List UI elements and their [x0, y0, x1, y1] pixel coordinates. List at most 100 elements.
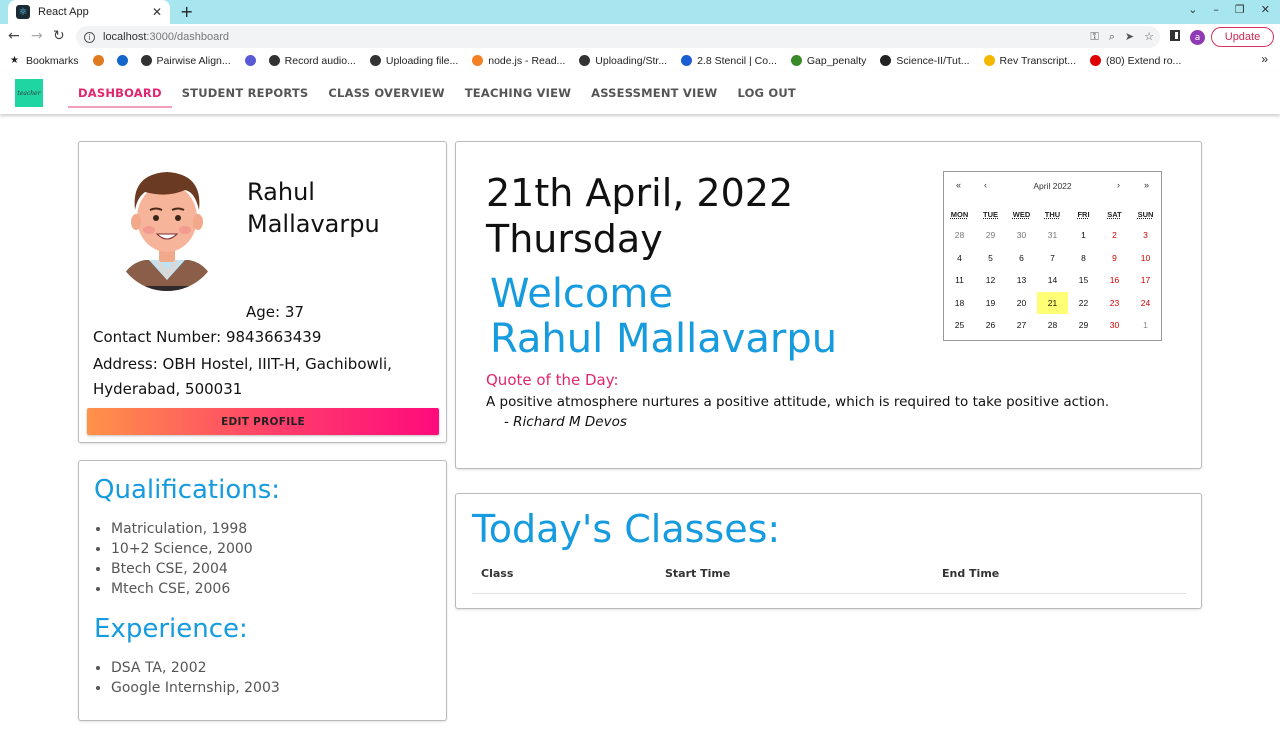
calendar-day[interactable]: 7: [1037, 247, 1068, 270]
calendar-day[interactable]: 2: [1099, 224, 1130, 247]
new-tab-icon[interactable]: +: [180, 2, 193, 21]
bookmark-favicon-icon: [472, 55, 484, 66]
key-icon[interactable]: ⚿: [1090, 30, 1098, 44]
bookmark-item[interactable]: [244, 55, 261, 66]
bookmark-item[interactable]: Rev Transcript...: [983, 54, 1076, 67]
side-panel-icon[interactable]: [1170, 30, 1180, 41]
url-text: localhost:3000/dashboard: [103, 31, 229, 43]
calendar-day[interactable]: 4: [944, 247, 975, 270]
calendar-day[interactable]: 1: [1130, 314, 1161, 337]
calendar-day[interactable]: 30: [1099, 314, 1130, 337]
nav-log-out[interactable]: LOG OUT: [727, 72, 806, 114]
nav-student-reports[interactable]: STUDENT REPORTS: [172, 72, 319, 114]
calendar-next-year-button[interactable]: »: [1144, 180, 1149, 190]
calendar-day[interactable]: 20: [1006, 292, 1037, 315]
calendar-day[interactable]: 10: [1130, 247, 1161, 270]
calendar-day[interactable]: 1: [1068, 224, 1099, 247]
bookmark-label: Science-II/Tut...: [896, 54, 970, 67]
bookmark-favicon-icon: [140, 55, 152, 66]
back-icon[interactable]: ←: [8, 28, 20, 44]
welcome-message: Welcome Rahul Mallavarpu: [490, 272, 837, 362]
calendar-day[interactable]: 11: [944, 269, 975, 292]
bookmark-favicon-icon: [244, 55, 256, 66]
update-button[interactable]: Update: [1211, 27, 1274, 47]
bookmark-item[interactable]: Pairwise Align...: [140, 55, 231, 67]
bookmark-label: node.js - Read...: [488, 54, 566, 67]
calendar-day[interactable]: 12: [975, 269, 1006, 292]
calendar: « ‹ April 2022 › » MON TUE WED THU FRI SAT SUN…: [943, 171, 1162, 341]
calendar-day[interactable]: 28: [944, 224, 975, 247]
calendar-day[interactable]: 16: [1099, 269, 1130, 292]
calendar-day[interactable]: 25: [944, 314, 975, 337]
site-info-icon[interactable]: i: [84, 31, 95, 43]
forward-icon[interactable]: →: [31, 28, 43, 44]
edit-profile-button[interactable]: EDIT PROFILE: [87, 408, 439, 435]
bookmark-favicon-icon: [579, 55, 591, 66]
calendar-day[interactable]: 21: [1037, 291, 1068, 314]
address-bar[interactable]: i localhost:3000/dashboard ⚿ ⌕ ➤ ☆: [76, 26, 1160, 48]
bookmark-item[interactable]: 2.8 Stencil | Co...: [681, 55, 777, 67]
bookmark-item[interactable]: [92, 55, 109, 66]
bookmark-item[interactable]: [116, 55, 133, 66]
bookmark-favicon-icon: [92, 55, 104, 66]
calendar-day[interactable]: 28: [1037, 314, 1068, 337]
tab-search-icon[interactable]: ⌄: [1188, 3, 1197, 16]
star-icon[interactable]: ☆: [1144, 30, 1154, 44]
calendar-day[interactable]: 29: [1068, 314, 1099, 337]
calendar-grid: MON TUE WED THU FRI SAT SUN 28 29 30 31 1 2 3 4 5 6 7 8 9 10…: [944, 210, 1161, 337]
nav-assessment-view[interactable]: ASSESSMENT VIEW: [581, 72, 727, 114]
calendar-day[interactable]: 30: [1006, 224, 1037, 247]
calendar-day[interactable]: 5: [975, 247, 1006, 270]
calendar-day[interactable]: 31: [1037, 224, 1068, 247]
reload-icon[interactable]: ↻: [53, 28, 65, 44]
tab-close-icon[interactable]: ✕: [152, 5, 162, 19]
welcome-name: Rahul Mallavarpu: [490, 316, 838, 362]
calendar-day[interactable]: 24: [1130, 292, 1161, 315]
bookmark-label: Rev Transcript...: [999, 54, 1076, 67]
zoom-icon[interactable]: ⌕: [1109, 30, 1115, 44]
calendar-day[interactable]: 29: [975, 224, 1006, 247]
calendar-day[interactable]: 8: [1068, 247, 1099, 270]
calendar-day[interactable]: 15: [1068, 269, 1099, 292]
minimize-icon[interactable]: –: [1213, 3, 1219, 16]
browser-tab[interactable]: ⚛ React App ✕: [8, 0, 170, 24]
table-header-divider: [472, 593, 1186, 594]
window-close-icon[interactable]: ✕: [1261, 3, 1270, 16]
calendar-next-month-button[interactable]: ›: [1117, 180, 1120, 190]
calendar-day[interactable]: 9: [1099, 247, 1130, 270]
nav-class-overview[interactable]: CLASS OVERVIEW: [318, 72, 454, 114]
browser-toolbar: ← → ↻ i localhost:3000/dashboard ⚿ ⌕ ➤ ☆…: [0, 24, 1280, 50]
calendar-day[interactable]: 18: [944, 292, 975, 315]
bookmark-item[interactable]: Science-II/Tut...: [880, 54, 970, 67]
bookmarks-star-icon: ★: [10, 55, 19, 66]
bookmark-label: Gap_penalty: [806, 54, 867, 67]
calendar-day[interactable]: 6: [1006, 247, 1037, 270]
app-logo[interactable]: teacher: [15, 79, 43, 107]
bookmark-item[interactable]: node.js - Read...: [472, 55, 565, 67]
bookmark-item[interactable]: Record audio...: [268, 55, 356, 67]
calendar-month-label[interactable]: April 2022: [944, 181, 1161, 191]
address-bar-actions: ⚿ ⌕ ➤ ☆: [1090, 30, 1154, 44]
send-icon[interactable]: ➤: [1125, 30, 1134, 44]
bookmark-item[interactable]: Gap_penalty: [790, 54, 867, 67]
bookmark-item[interactable]: Uploading/Str...: [579, 55, 667, 67]
calendar-day[interactable]: 23: [1099, 292, 1130, 315]
maximize-icon[interactable]: ❐: [1235, 3, 1245, 16]
calendar-day[interactable]: 3: [1130, 224, 1161, 247]
calendar-day[interactable]: 27: [1006, 314, 1037, 337]
bookmark-item[interactable]: (80) Extend ro...: [1090, 55, 1181, 67]
calendar-day[interactable]: 19: [975, 292, 1006, 315]
profile-avatar[interactable]: a: [1190, 30, 1205, 45]
calendar-day[interactable]: 22: [1068, 292, 1099, 315]
calendar-day[interactable]: 17: [1130, 269, 1161, 292]
nav-teaching-view[interactable]: TEACHING VIEW: [455, 72, 581, 114]
list-item: Matriculation, 1998: [111, 519, 253, 539]
bookmark-item[interactable]: Uploading file...: [369, 55, 458, 67]
calendar-day[interactable]: 14: [1037, 269, 1068, 292]
calendar-day[interactable]: 26: [975, 314, 1006, 337]
nav-dashboard[interactable]: DASHBOARD: [68, 72, 172, 114]
bookmark-item[interactable]: ★ Bookmarks: [10, 55, 79, 67]
more-bookmarks-icon[interactable]: »: [1261, 52, 1268, 66]
calendar-day[interactable]: 13: [1006, 269, 1037, 292]
today-date: 21th April, 2022: [486, 171, 794, 215]
